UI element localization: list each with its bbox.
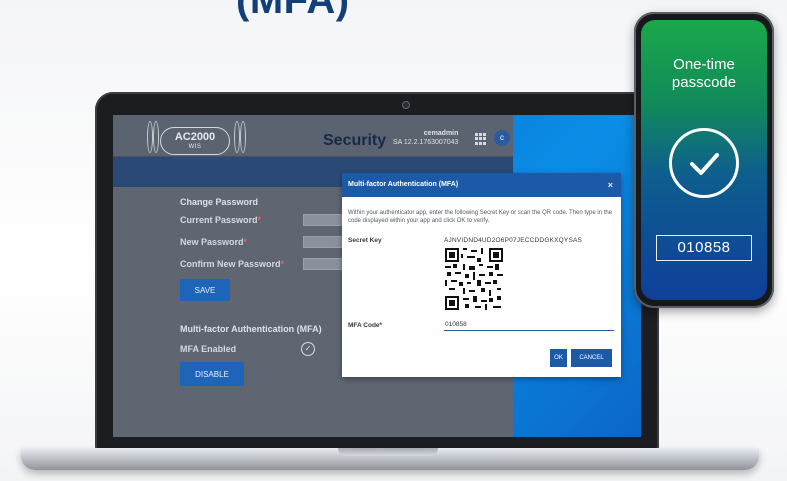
laptop-notch (338, 448, 438, 456)
mfa-section-title: Multi-factor Authentication (MFA) (180, 324, 322, 334)
avatar[interactable]: c (494, 130, 510, 146)
phone-title: One-time passcode (671, 56, 737, 91)
logo-subtitle: WIS (188, 144, 202, 150)
camera-dot (402, 101, 410, 109)
passcode-display: 010858 (656, 235, 752, 261)
modal-title: Multi-factor Authentication (MFA) (348, 181, 459, 188)
check-circle-icon (669, 128, 739, 198)
phone-screen: One-time passcode 010858 (641, 20, 767, 300)
mfa-enabled-label: MFA Enabled (180, 344, 237, 354)
qr-code (445, 248, 503, 310)
mfa-code-input[interactable] (444, 319, 614, 331)
change-password-title: Change Password (180, 197, 259, 207)
user-info: cemadmin SA 12.2.1763007043 (393, 129, 458, 147)
current-password-label: Current Password* (180, 215, 262, 225)
save-button[interactable]: SAVE (180, 279, 230, 301)
new-password-label: New Password* (180, 237, 248, 247)
modal-description: Within your authenticator app, enter the… (348, 210, 613, 224)
version-text: SA 12.2.1763007043 (393, 139, 459, 146)
close-icon[interactable]: × (608, 173, 613, 197)
mfa-enabled-check-icon: ✓ (301, 342, 315, 356)
logo-title: AC2000 (174, 131, 216, 143)
disable-button[interactable]: DISABLE (180, 362, 244, 386)
cancel-button[interactable]: CANCEL (571, 349, 612, 367)
page-headline: (MFA) (236, 0, 350, 22)
laptop-screen: AC2000 WIS Security cemadmin SA 12.2.176… (113, 115, 641, 437)
apps-grid-icon[interactable] (475, 133, 487, 145)
ok-button[interactable]: OK (550, 349, 567, 367)
check-icon (690, 153, 719, 175)
page-title: Security (323, 132, 387, 149)
mfa-code-label: MFA Code* (348, 322, 383, 329)
secret-key-label: Secret Key (348, 237, 382, 244)
app-header: AC2000 WIS Security cemadmin SA 12.2.176… (113, 115, 513, 157)
modal-header: Multi-factor Authentication (MFA) × (342, 173, 621, 197)
confirm-password-label: Confirm New Password* (180, 259, 285, 269)
logo-arc-left-inner (153, 121, 159, 153)
secret-key-value: AJNVIDND4UD2O6P07JECCDDGKXQYSAS (444, 237, 583, 244)
user-name: cemadmin (423, 130, 459, 137)
logo-arc-right (240, 121, 246, 153)
ac2000-logo[interactable]: AC2000 WIS (160, 127, 230, 155)
mfa-modal: Multi-factor Authentication (MFA) × With… (342, 173, 621, 377)
